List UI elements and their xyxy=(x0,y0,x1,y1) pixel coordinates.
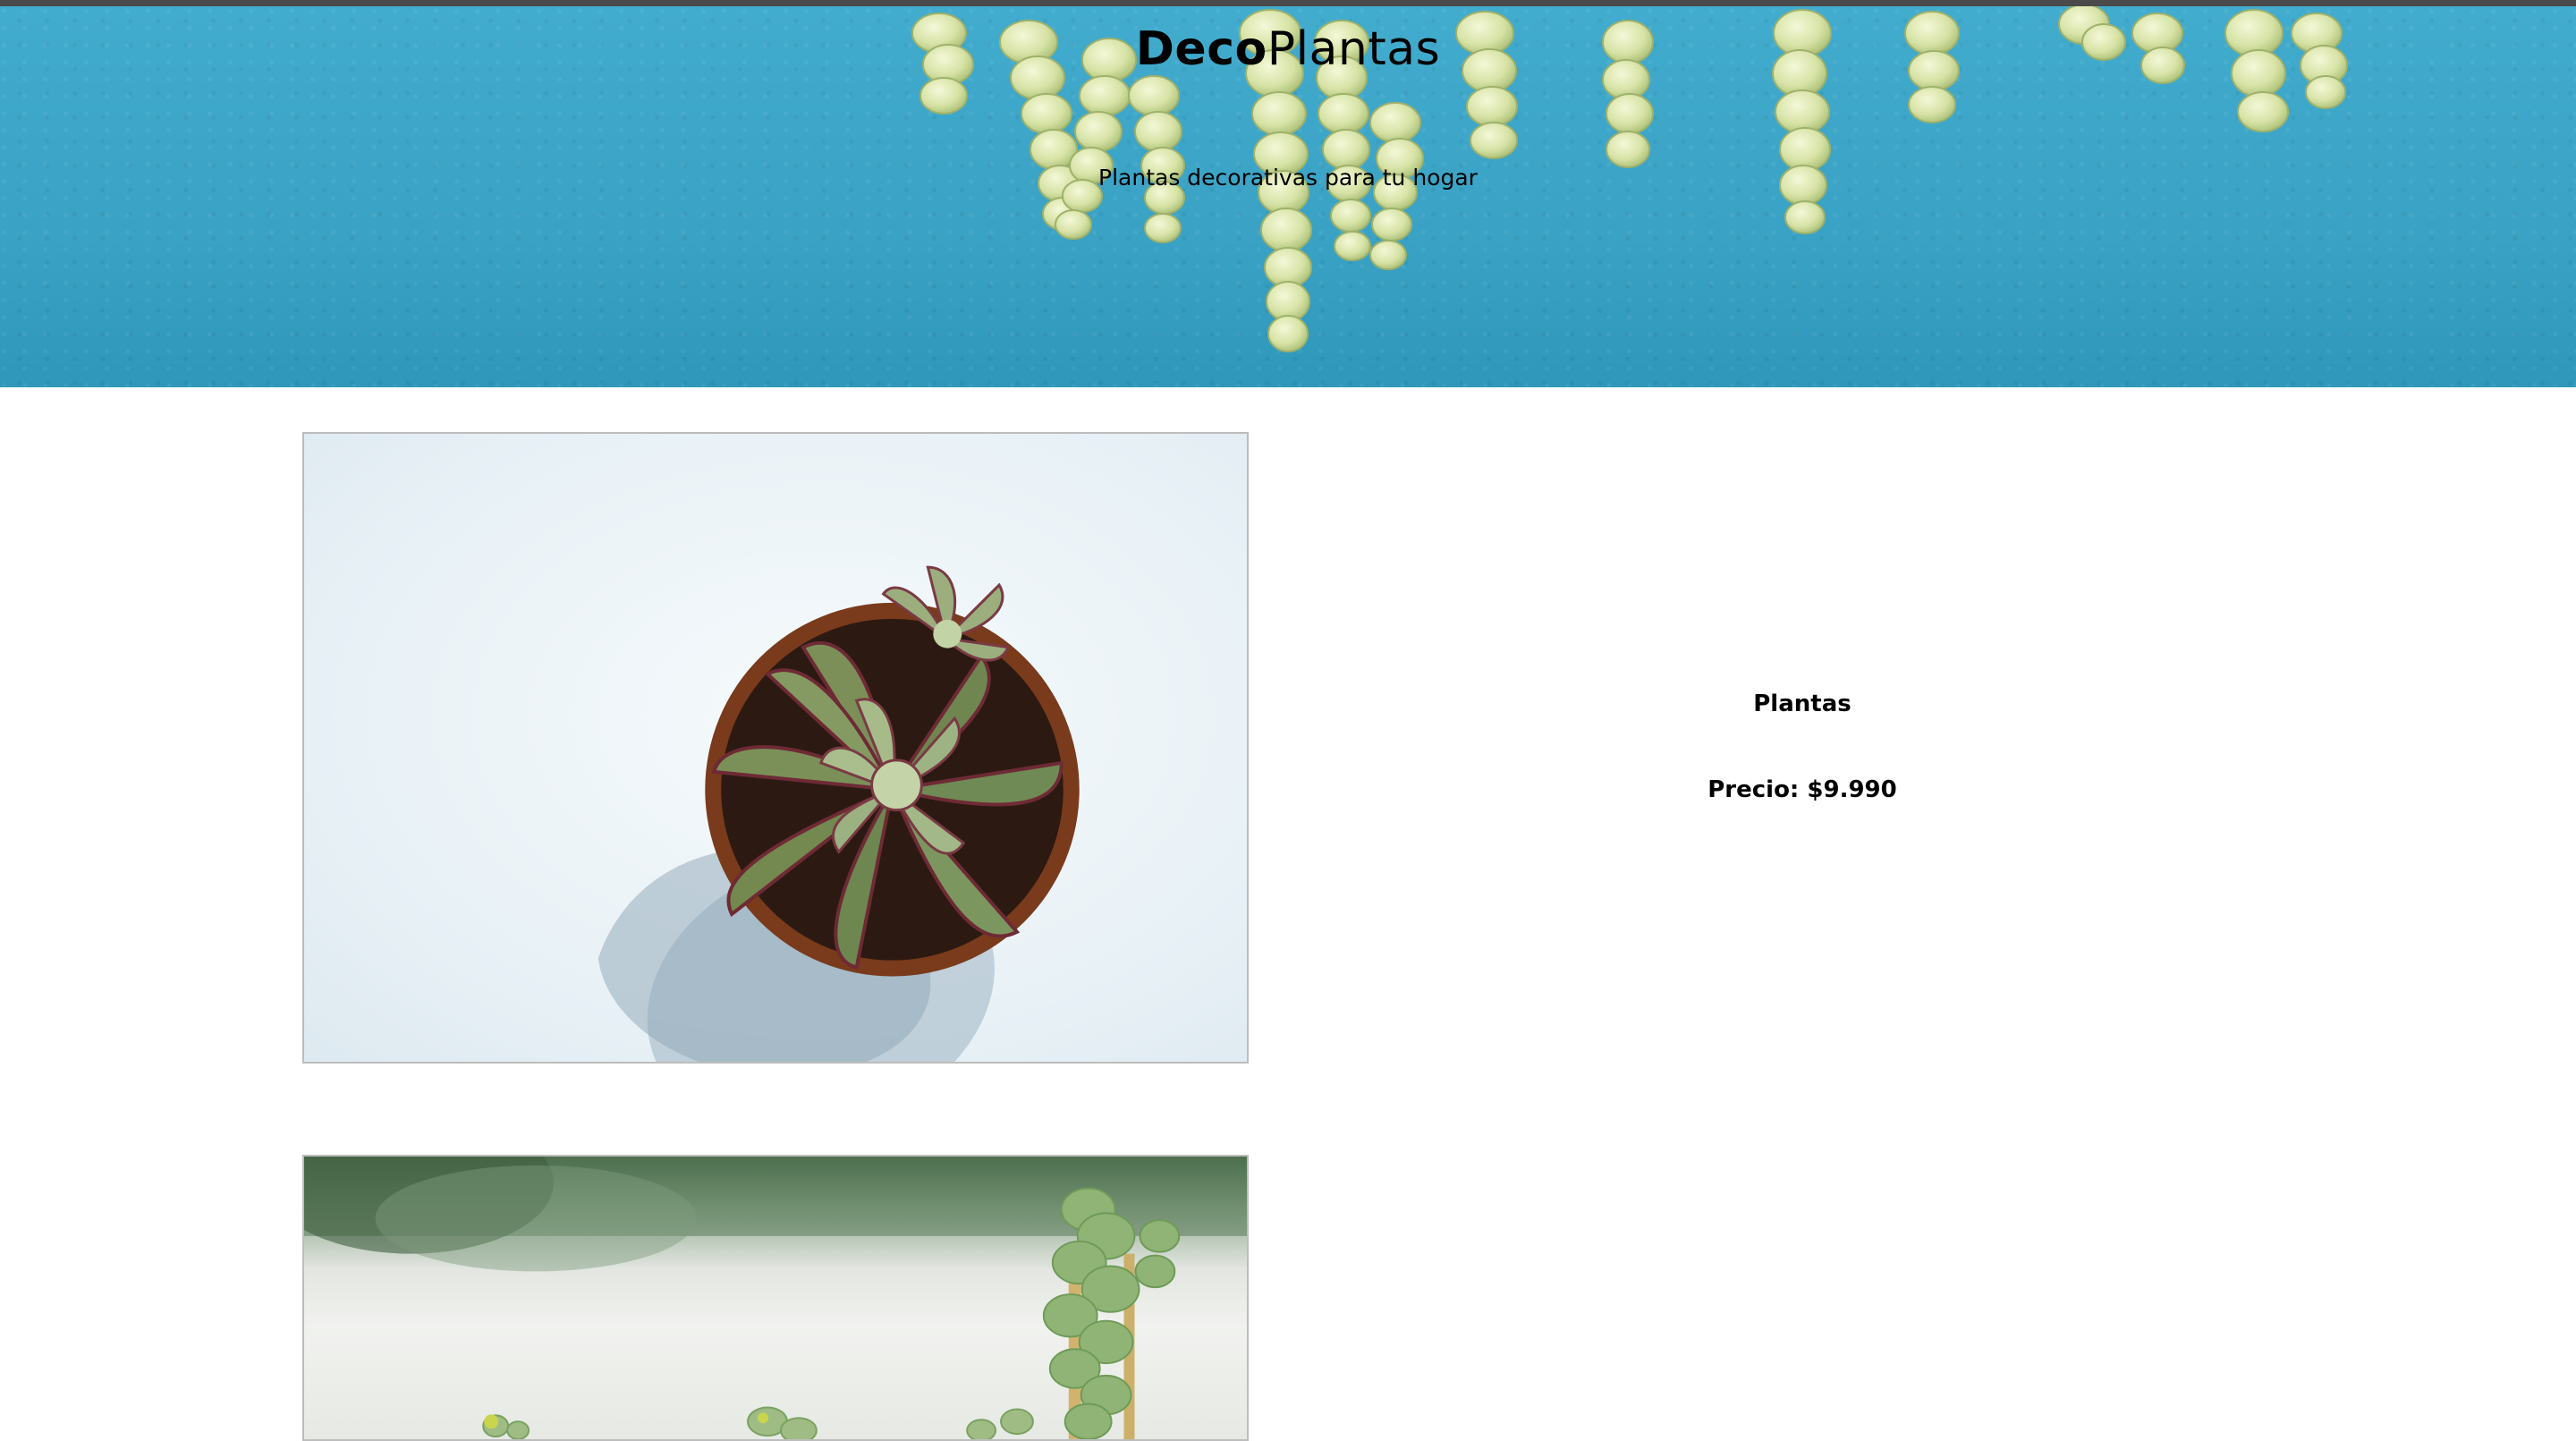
brand-bold: Deco xyxy=(1135,22,1267,76)
site-title: DecoPlantas xyxy=(0,21,2576,78)
product-image-hanging-succulent[interactable] xyxy=(302,1155,1249,1441)
price-value: $9.990 xyxy=(1807,776,1897,803)
site-tagline: Plantas decorativas para tu hogar xyxy=(1098,165,1478,191)
succulent-photo xyxy=(597,565,1080,1062)
product-image-succulent[interactable] xyxy=(302,432,1249,1064)
product-name: Plantas xyxy=(1753,691,1852,717)
hanging-succulent-photo xyxy=(304,1157,1247,1439)
price-label: Precio: xyxy=(1707,776,1800,803)
brand-regular: Plantas xyxy=(1267,22,1441,76)
product-info: Plantas Precio: $9.990 xyxy=(1266,691,2339,816)
product-price: Precio: $9.990 xyxy=(1266,776,2339,803)
hero-banner: DecoPlantas Plantas decorativas para tu … xyxy=(0,6,2576,387)
top-bar xyxy=(0,0,2576,6)
